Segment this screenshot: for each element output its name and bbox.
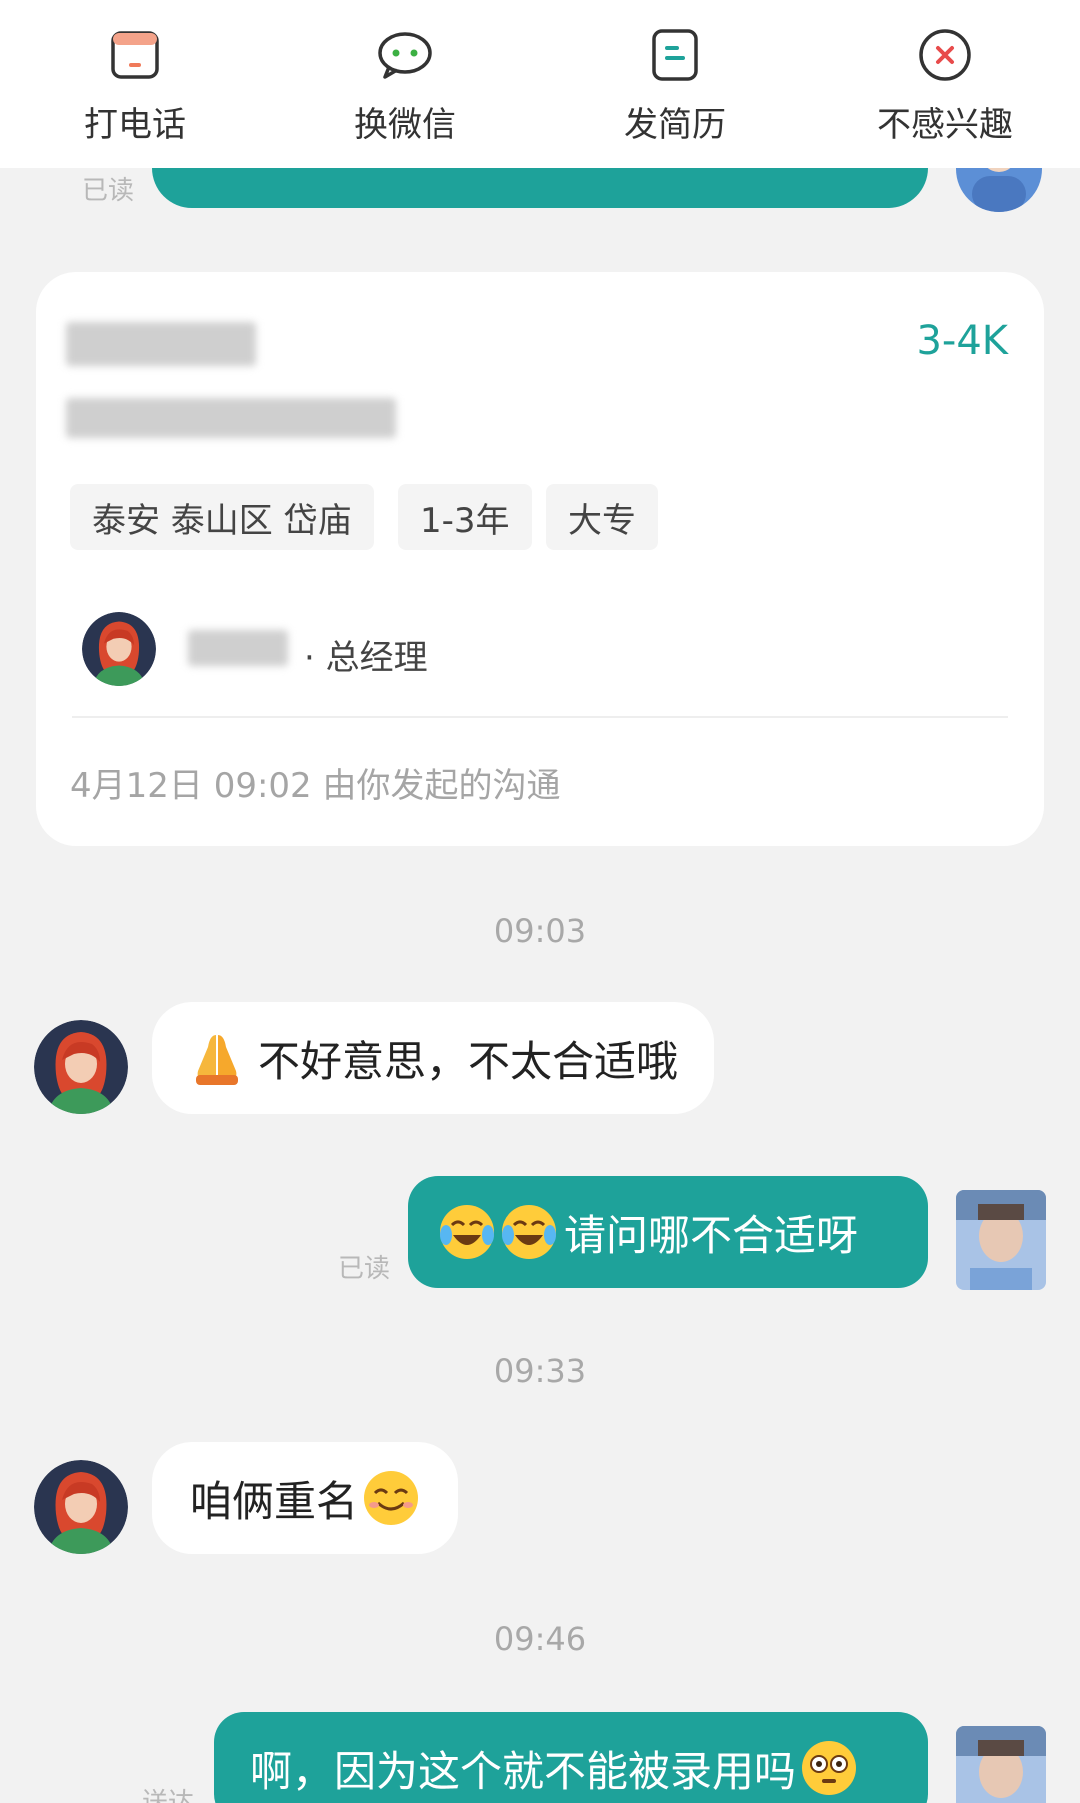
card-footer-text: 4月12日 09:02 由你发起的沟通	[70, 766, 561, 806]
resume-icon	[643, 23, 707, 87]
job-salary: 3-4K	[916, 318, 1008, 364]
send-resume-button[interactable]: 发简历	[575, 23, 775, 146]
job-card[interactable]: 3-4K 泰安 泰山区 岱庙 1-3年 大专 · 总经理 4月12日 09:02…	[36, 272, 1044, 846]
tag-location: 泰安 泰山区 岱庙	[70, 484, 374, 550]
self-avatar[interactable]	[956, 1190, 1046, 1290]
message-timestamp: 09:33	[493, 1352, 587, 1390]
message-bubble-outgoing[interactable]: 请问哪不合适呀	[408, 1176, 928, 1288]
delivery-status: 送达	[142, 1788, 195, 1803]
read-receipt: 已读	[338, 1254, 391, 1284]
message-text: 啊，因为这个就不能被录用吗	[250, 1746, 797, 1796]
self-avatar[interactable]	[956, 1726, 1046, 1803]
call-button[interactable]: 打电话	[35, 23, 235, 146]
tag-education: 大专	[546, 484, 658, 550]
pray-emoji-icon	[188, 1029, 246, 1087]
message-text: 请问哪不合适呀	[564, 1210, 859, 1260]
hr-avatar[interactable]	[82, 612, 156, 686]
message-timestamp: 09:03	[493, 912, 587, 950]
card-divider	[72, 716, 1008, 718]
hr-title: · 总经理	[304, 638, 428, 678]
hr-avatar[interactable]	[34, 1460, 128, 1554]
message-bubble-incoming[interactable]: 不好意思，不太合适哦	[152, 1002, 715, 1114]
hr-avatar[interactable]	[34, 1020, 128, 1114]
message-text: 不好意思，不太合适哦	[258, 1036, 679, 1086]
read-receipt: 已读	[82, 176, 135, 206]
message-text: 咱俩重名	[190, 1476, 359, 1526]
not-interested-button[interactable]: 不感兴趣	[845, 23, 1045, 146]
not-interested-label: 不感兴趣	[877, 104, 1013, 145]
message-bubble-outgoing[interactable]: 啊，因为这个就不能被录用吗	[214, 1712, 928, 1803]
call-label: 打电话	[84, 104, 186, 145]
company-name-redacted	[66, 398, 396, 438]
exchange-wechat-button[interactable]: 换微信	[305, 23, 505, 146]
chat-area[interactable]: 已读 3-4K 泰安 泰山区 岱庙 1-3年 大专 · 总经理 4月12日 09…	[0, 168, 1080, 1803]
crying-laughing-emoji-icon	[500, 1203, 558, 1261]
message-timestamp: 09:46	[493, 1620, 587, 1658]
tag-experience: 1-3年	[398, 484, 532, 550]
flushed-emoji-icon	[800, 1739, 858, 1797]
job-title-redacted	[66, 322, 256, 366]
exchange-wechat-label: 换微信	[354, 104, 456, 145]
self-avatar[interactable]	[956, 168, 1042, 212]
send-resume-label: 发简历	[624, 104, 726, 145]
grin-emoji-icon	[362, 1469, 420, 1527]
message-bubble-incoming[interactable]: 咱俩重名	[152, 1442, 459, 1554]
phone-icon	[103, 23, 167, 87]
hr-name-redacted	[188, 630, 288, 666]
not-interested-icon	[913, 23, 977, 87]
chat-action-bar: 打电话 换微信 发简历 不感兴趣	[0, 0, 1080, 168]
wechat-icon	[373, 23, 437, 87]
message-bubble-outgoing-partial[interactable]	[152, 168, 928, 208]
crying-laughing-emoji-icon	[438, 1203, 496, 1261]
